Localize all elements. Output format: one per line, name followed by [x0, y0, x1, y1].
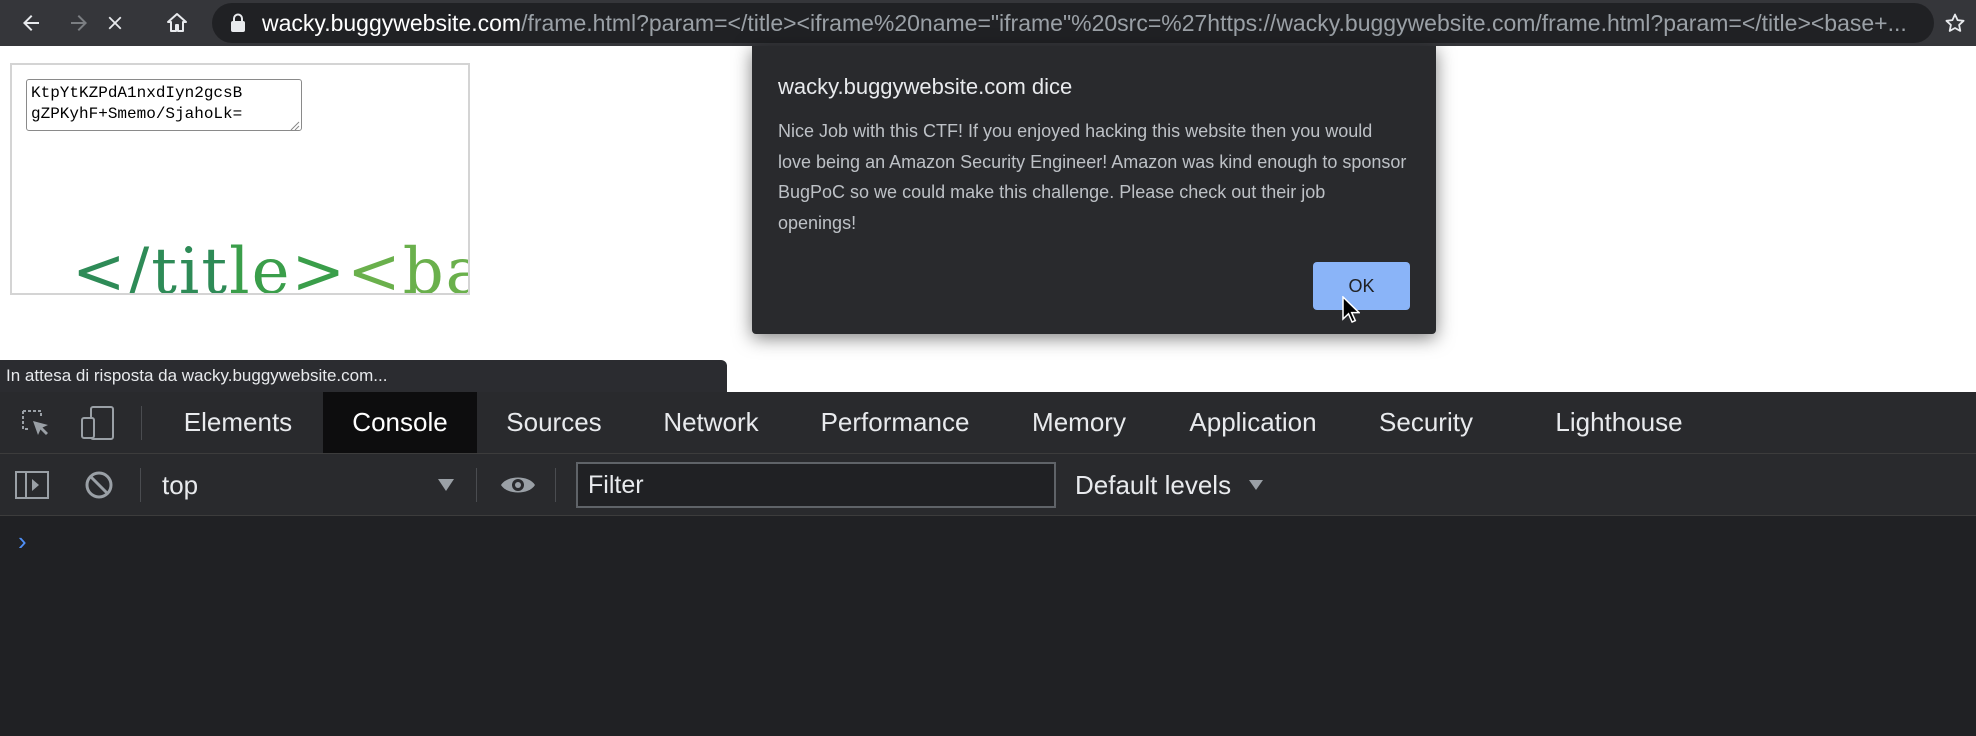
back-icon[interactable]	[14, 6, 48, 40]
toolbar-divider	[140, 468, 141, 502]
toolbar-divider	[141, 406, 142, 440]
console-prompt[interactable]: ›	[18, 526, 27, 557]
dialog-message: Nice Job with this CTF! If you enjoyed h…	[778, 121, 1407, 233]
address-bar[interactable]: wacky.buggywebsite.com/frame.html?param=…	[212, 3, 1934, 43]
log-levels-dropdown[interactable]: Default levels	[1075, 454, 1231, 516]
url-host: wacky.buggywebsite.com	[262, 10, 522, 36]
ok-button[interactable]: OK	[1313, 262, 1410, 310]
tab-performance[interactable]: Performance	[800, 392, 990, 453]
tab-console[interactable]: Console	[323, 392, 477, 453]
context-selector[interactable]: top	[162, 454, 198, 516]
clear-console-icon[interactable]	[82, 468, 116, 502]
tab-elements[interactable]: Elements	[163, 392, 313, 453]
iframe-frame: KtpYtKZPdA1nxdIyn2gcsB gZPKyhF+Smemo/Sja…	[10, 63, 470, 295]
dialog-title: wacky.buggywebsite.com dice	[778, 74, 1073, 99]
mouse-cursor-icon	[1342, 296, 1360, 323]
lock-icon[interactable]	[230, 13, 246, 38]
url-text[interactable]: wacky.buggywebsite.com/frame.html?param=…	[262, 3, 1922, 43]
toolbar-divider	[476, 468, 477, 502]
token-textarea[interactable]: KtpYtKZPdA1nxdIyn2gcsB gZPKyhF+Smemo/Sja…	[26, 79, 302, 131]
captcha-part-2: le>	[229, 235, 348, 295]
browser-toolbar: wacky.buggywebsite.com/frame.html?param=…	[0, 0, 1976, 46]
tab-lighthouse[interactable]: Lighthouse	[1538, 392, 1700, 453]
sidebar-toggle-icon[interactable]	[14, 468, 50, 502]
tab-memory[interactable]: Memory	[1011, 392, 1147, 453]
resize-grip-icon[interactable]	[290, 121, 300, 131]
captcha-text: </title><base	[72, 235, 468, 295]
tab-network[interactable]: Network	[640, 392, 782, 453]
dropdown-arrow-icon[interactable]	[434, 474, 458, 496]
forward-icon[interactable]	[62, 6, 96, 40]
devtools-tabbar: Elements Console Sources Network Perform…	[0, 392, 1976, 454]
console-toolbar: top Default levels	[0, 454, 1976, 516]
stop-icon[interactable]	[98, 6, 132, 40]
url-path: /frame.html?param=</title><iframe%20name…	[521, 10, 1907, 36]
filter-input[interactable]	[576, 462, 1056, 508]
status-bubble: In attesa di risposta da wacky.buggywebs…	[0, 360, 727, 392]
tab-sources[interactable]: Sources	[487, 392, 621, 453]
star-icon[interactable]	[1938, 6, 1972, 40]
alert-dialog: wacky.buggywebsite.com dice Nice Job wit…	[752, 46, 1436, 334]
toolbar-divider	[555, 468, 556, 502]
levels-dropdown-arrow-icon[interactable]	[1246, 476, 1266, 494]
captcha-part-3: <base	[347, 235, 468, 295]
eye-icon[interactable]	[498, 468, 538, 502]
home-icon[interactable]	[160, 6, 194, 40]
inspect-element-icon[interactable]	[18, 406, 52, 440]
tab-application[interactable]: Application	[1168, 392, 1338, 453]
tab-security[interactable]: Security	[1360, 392, 1492, 453]
captcha-part-1: </tit	[72, 235, 230, 295]
devtools-panel: Elements Console Sources Network Perform…	[0, 392, 1976, 736]
device-toolbar-icon[interactable]	[78, 404, 118, 442]
